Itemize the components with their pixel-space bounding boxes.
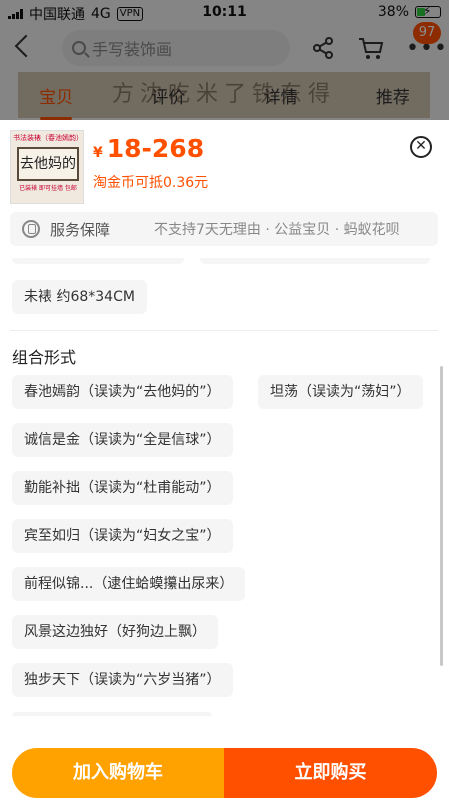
product-thumbnail[interactable]: 书法装裱（春池嫣韵） 去他妈的 已装裱 即可挂墙 包邮 bbox=[10, 130, 84, 204]
option-chip-partial bbox=[12, 258, 184, 264]
buy-now-button[interactable]: 立即购买 bbox=[224, 748, 437, 798]
price-value: 18-268 bbox=[106, 134, 205, 163]
service-text: 不支持7天无理由 · 公益宝贝 · 蚂蚁花呗 bbox=[154, 222, 400, 238]
option-chip[interactable]: 坦荡（误读为“荡妇”） bbox=[258, 375, 423, 409]
option-chip[interactable]: 勤能补拙（误读为“杜甫能动”） bbox=[12, 471, 233, 505]
size-option[interactable]: 未裱 约68*34CM bbox=[12, 280, 147, 314]
service-guarantee[interactable]: 服务保障 不支持7天无理由 · 公益宝贝 · 蚂蚁花呗 bbox=[10, 212, 438, 246]
option-chip[interactable]: 宾至如归（误读为“妇女之宝”） bbox=[12, 519, 233, 553]
thumbnail-caption: 书法装裱（春池嫣韵） bbox=[13, 134, 83, 142]
option-chip[interactable]: 独步天下（误读为“六岁当猪”） bbox=[12, 663, 233, 697]
option-chip[interactable]: 诚信是金（误读为“全是信球”） bbox=[12, 423, 233, 457]
coin-discount: 淘金币可抵0.36元 bbox=[93, 175, 209, 191]
add-to-cart-button[interactable]: 加入购物车 bbox=[12, 748, 224, 798]
sku-sheet: 书法装裱（春池嫣韵） 去他妈的 已装裱 即可挂墙 包邮 ¥18-268 淘金币可… bbox=[0, 120, 449, 800]
section-title: 组合形式 bbox=[12, 348, 77, 367]
divider bbox=[10, 330, 438, 331]
guarantee-icon bbox=[22, 220, 40, 238]
service-label: 服务保障 bbox=[50, 220, 111, 239]
scrollbar[interactable] bbox=[440, 366, 443, 666]
thumbnail-artwork: 去他妈的 bbox=[17, 147, 79, 181]
thumbnail-note: 已装裱 即可挂墙 包邮 bbox=[19, 185, 77, 192]
option-chip-partial bbox=[12, 712, 212, 716]
option-chip[interactable]: 前程似锦...（逮住蛤蟆攥出尿来） bbox=[12, 567, 246, 601]
option-chip-partial bbox=[200, 258, 430, 264]
close-icon[interactable]: ✕ bbox=[410, 136, 432, 158]
price-currency: ¥ bbox=[93, 145, 103, 161]
option-chip[interactable]: 风景这边独好（好狗边上飘） bbox=[12, 615, 218, 649]
option-chip[interactable]: 春池嫣韵（误读为“去他妈的”） bbox=[12, 375, 233, 409]
price: ¥18-268 bbox=[93, 134, 204, 163]
